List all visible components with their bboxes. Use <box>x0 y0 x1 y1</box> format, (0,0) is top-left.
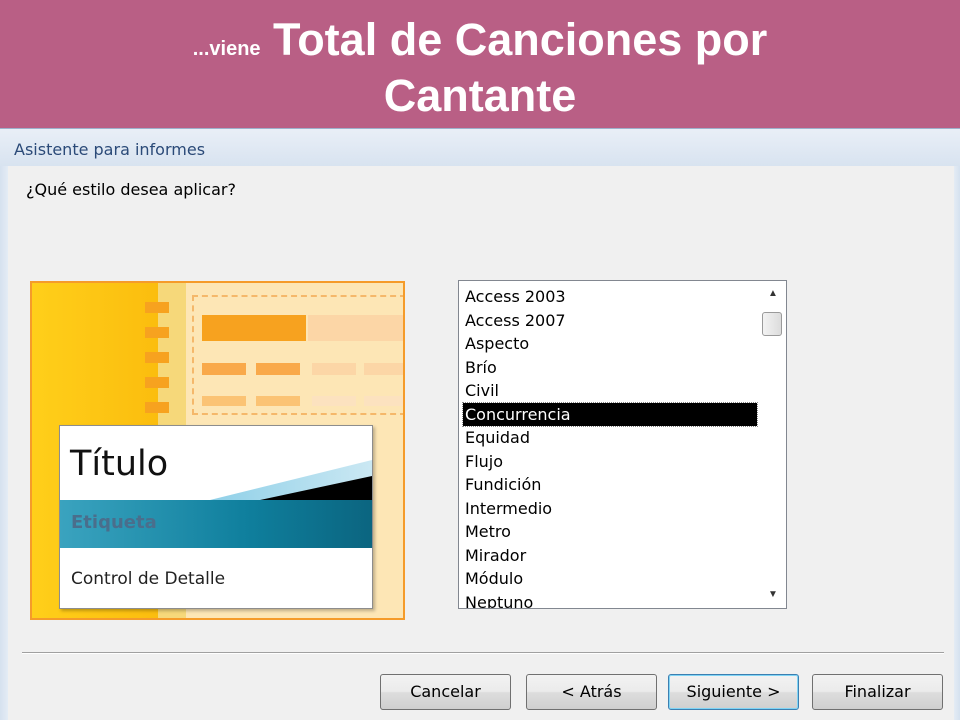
dialog-title: Asistente para informes <box>14 140 206 159</box>
preview-bar <box>308 315 403 341</box>
preview-label-band: Etiqueta <box>60 500 372 548</box>
style-list-item[interactable]: Neptuno <box>463 591 757 609</box>
preview-tab <box>145 377 169 388</box>
style-list-item[interactable]: Intermedio <box>463 497 757 520</box>
slide-title-line1: ...viene Total de Canciones por <box>0 14 960 75</box>
preview-bar <box>202 396 246 406</box>
scroll-down-arrow-icon[interactable]: ▼ <box>760 584 786 606</box>
slide-title-line2: Cantante <box>383 70 577 121</box>
dialog-separator <box>22 652 944 654</box>
preview-bar <box>364 363 403 375</box>
style-list-item[interactable]: Metro <box>463 520 757 543</box>
preview-bar <box>364 396 403 406</box>
preview-card: Título Etiqueta Control de Detalle <box>59 425 373 609</box>
preview-tab <box>145 352 169 363</box>
style-list-item[interactable]: Civil <box>463 379 757 402</box>
style-question-label: ¿Qué estilo desea aplicar? <box>26 180 236 199</box>
style-list-item[interactable]: Mirador <box>463 544 757 567</box>
style-list-item[interactable]: Flujo <box>463 450 757 473</box>
list-scrollbar[interactable]: ▲ ▼ <box>760 281 786 608</box>
preview-tab <box>145 402 169 413</box>
style-list-item[interactable]: Módulo <box>463 567 757 590</box>
slide-title-band: ...viene Total de Canciones por Cantante <box>0 0 960 128</box>
style-list-item[interactable]: Brío <box>463 356 757 379</box>
preview-bar <box>256 363 300 375</box>
preview-title-text: Título <box>70 444 169 484</box>
next-button[interactable]: Siguiente > <box>668 674 799 710</box>
dialog-frame-left <box>0 166 8 720</box>
style-list-item[interactable]: Fundición <box>463 473 757 496</box>
preview-bar <box>312 363 356 375</box>
style-list-item[interactable]: Aspecto <box>463 332 757 355</box>
style-list-item[interactable]: Equidad <box>463 426 757 449</box>
style-list-item[interactable]: Access 2007 <box>463 309 757 332</box>
style-listbox[interactable]: Access 2003 Access 2007 Aspecto Brío Civil Co… <box>458 280 787 609</box>
style-list-item[interactable]: Access 2003 <box>463 285 757 308</box>
preview-tab <box>145 302 169 313</box>
slide-title-main: Total de Canciones por <box>273 14 768 65</box>
preview-bar <box>202 363 246 375</box>
preview-detail-text: Control de Detalle <box>71 569 226 589</box>
preview-tab <box>145 327 169 338</box>
preview-bar <box>256 396 300 406</box>
report-wizard-dialog: Asistente para informes ¿Qué estilo dese… <box>0 128 960 720</box>
preview-bar <box>312 396 356 406</box>
finish-button[interactable]: Finalizar <box>812 674 943 710</box>
scroll-up-arrow-icon[interactable]: ▲ <box>760 283 786 305</box>
preview-bar <box>202 315 306 341</box>
back-button[interactable]: < Atrás <box>526 674 657 710</box>
cancel-button[interactable]: Cancelar <box>380 674 511 710</box>
preview-label-text: Etiqueta <box>71 512 157 533</box>
dialog-title-bar: Asistente para informes <box>0 128 960 166</box>
slide-title-prefix: ...viene <box>192 38 261 60</box>
style-preview: Título Etiqueta Control de Detalle <box>30 281 405 620</box>
style-list-item[interactable]: Concurrencia <box>462 401 758 427</box>
scroll-thumb[interactable] <box>762 312 782 336</box>
dialog-frame-right <box>954 166 960 720</box>
